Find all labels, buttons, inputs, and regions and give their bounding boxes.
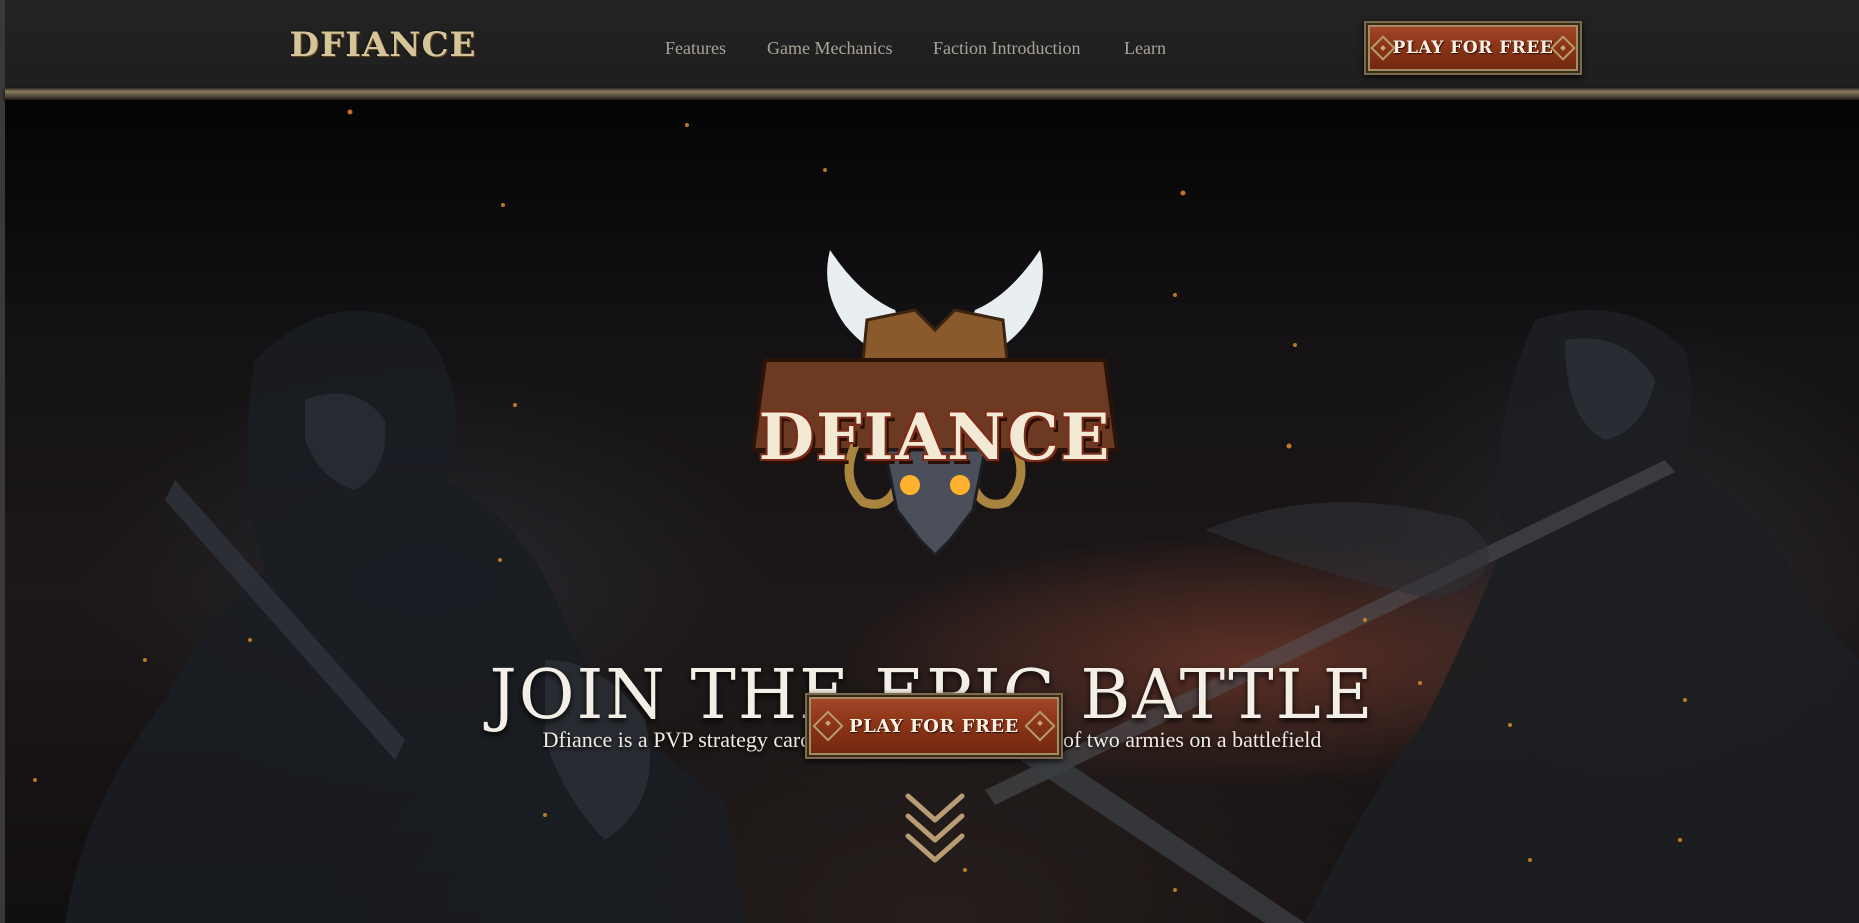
header-logo[interactable]: DFIANCE: [289, 20, 477, 70]
game-logo-emblem: DFIANCE: [745, 210, 1125, 590]
nav-link-game-mechanics[interactable]: Game Mechanics: [767, 38, 892, 59]
hero-play-for-free-button[interactable]: PLAY FOR FREE: [805, 693, 1063, 759]
hero-play-for-free-label: PLAY FOR FREE: [849, 715, 1019, 737]
nav-link-learn[interactable]: Learn: [1124, 38, 1166, 59]
scroll-down-button[interactable]: [900, 788, 970, 868]
nav-link-faction-introduction[interactable]: Faction Introduction: [933, 38, 1080, 59]
nav-link-features[interactable]: Features: [665, 38, 726, 59]
header-play-for-free-button[interactable]: PLAY FOR FREE: [1364, 21, 1582, 75]
header-ornate-border: [5, 88, 1859, 100]
hero-logo-text: DFIANCE: [758, 400, 1112, 475]
diamond-ornament-icon: [1550, 35, 1576, 61]
diamond-ornament-icon: [812, 710, 844, 742]
header-play-for-free-label: PLAY FOR FREE: [1392, 38, 1554, 58]
site-header: DFIANCE Features Game Mechanics Faction …: [5, 0, 1859, 92]
diamond-ornament-icon: [1024, 710, 1056, 742]
double-chevron-down-icon: [905, 793, 965, 863]
header-logo-text: DFIANCE: [289, 25, 477, 65]
